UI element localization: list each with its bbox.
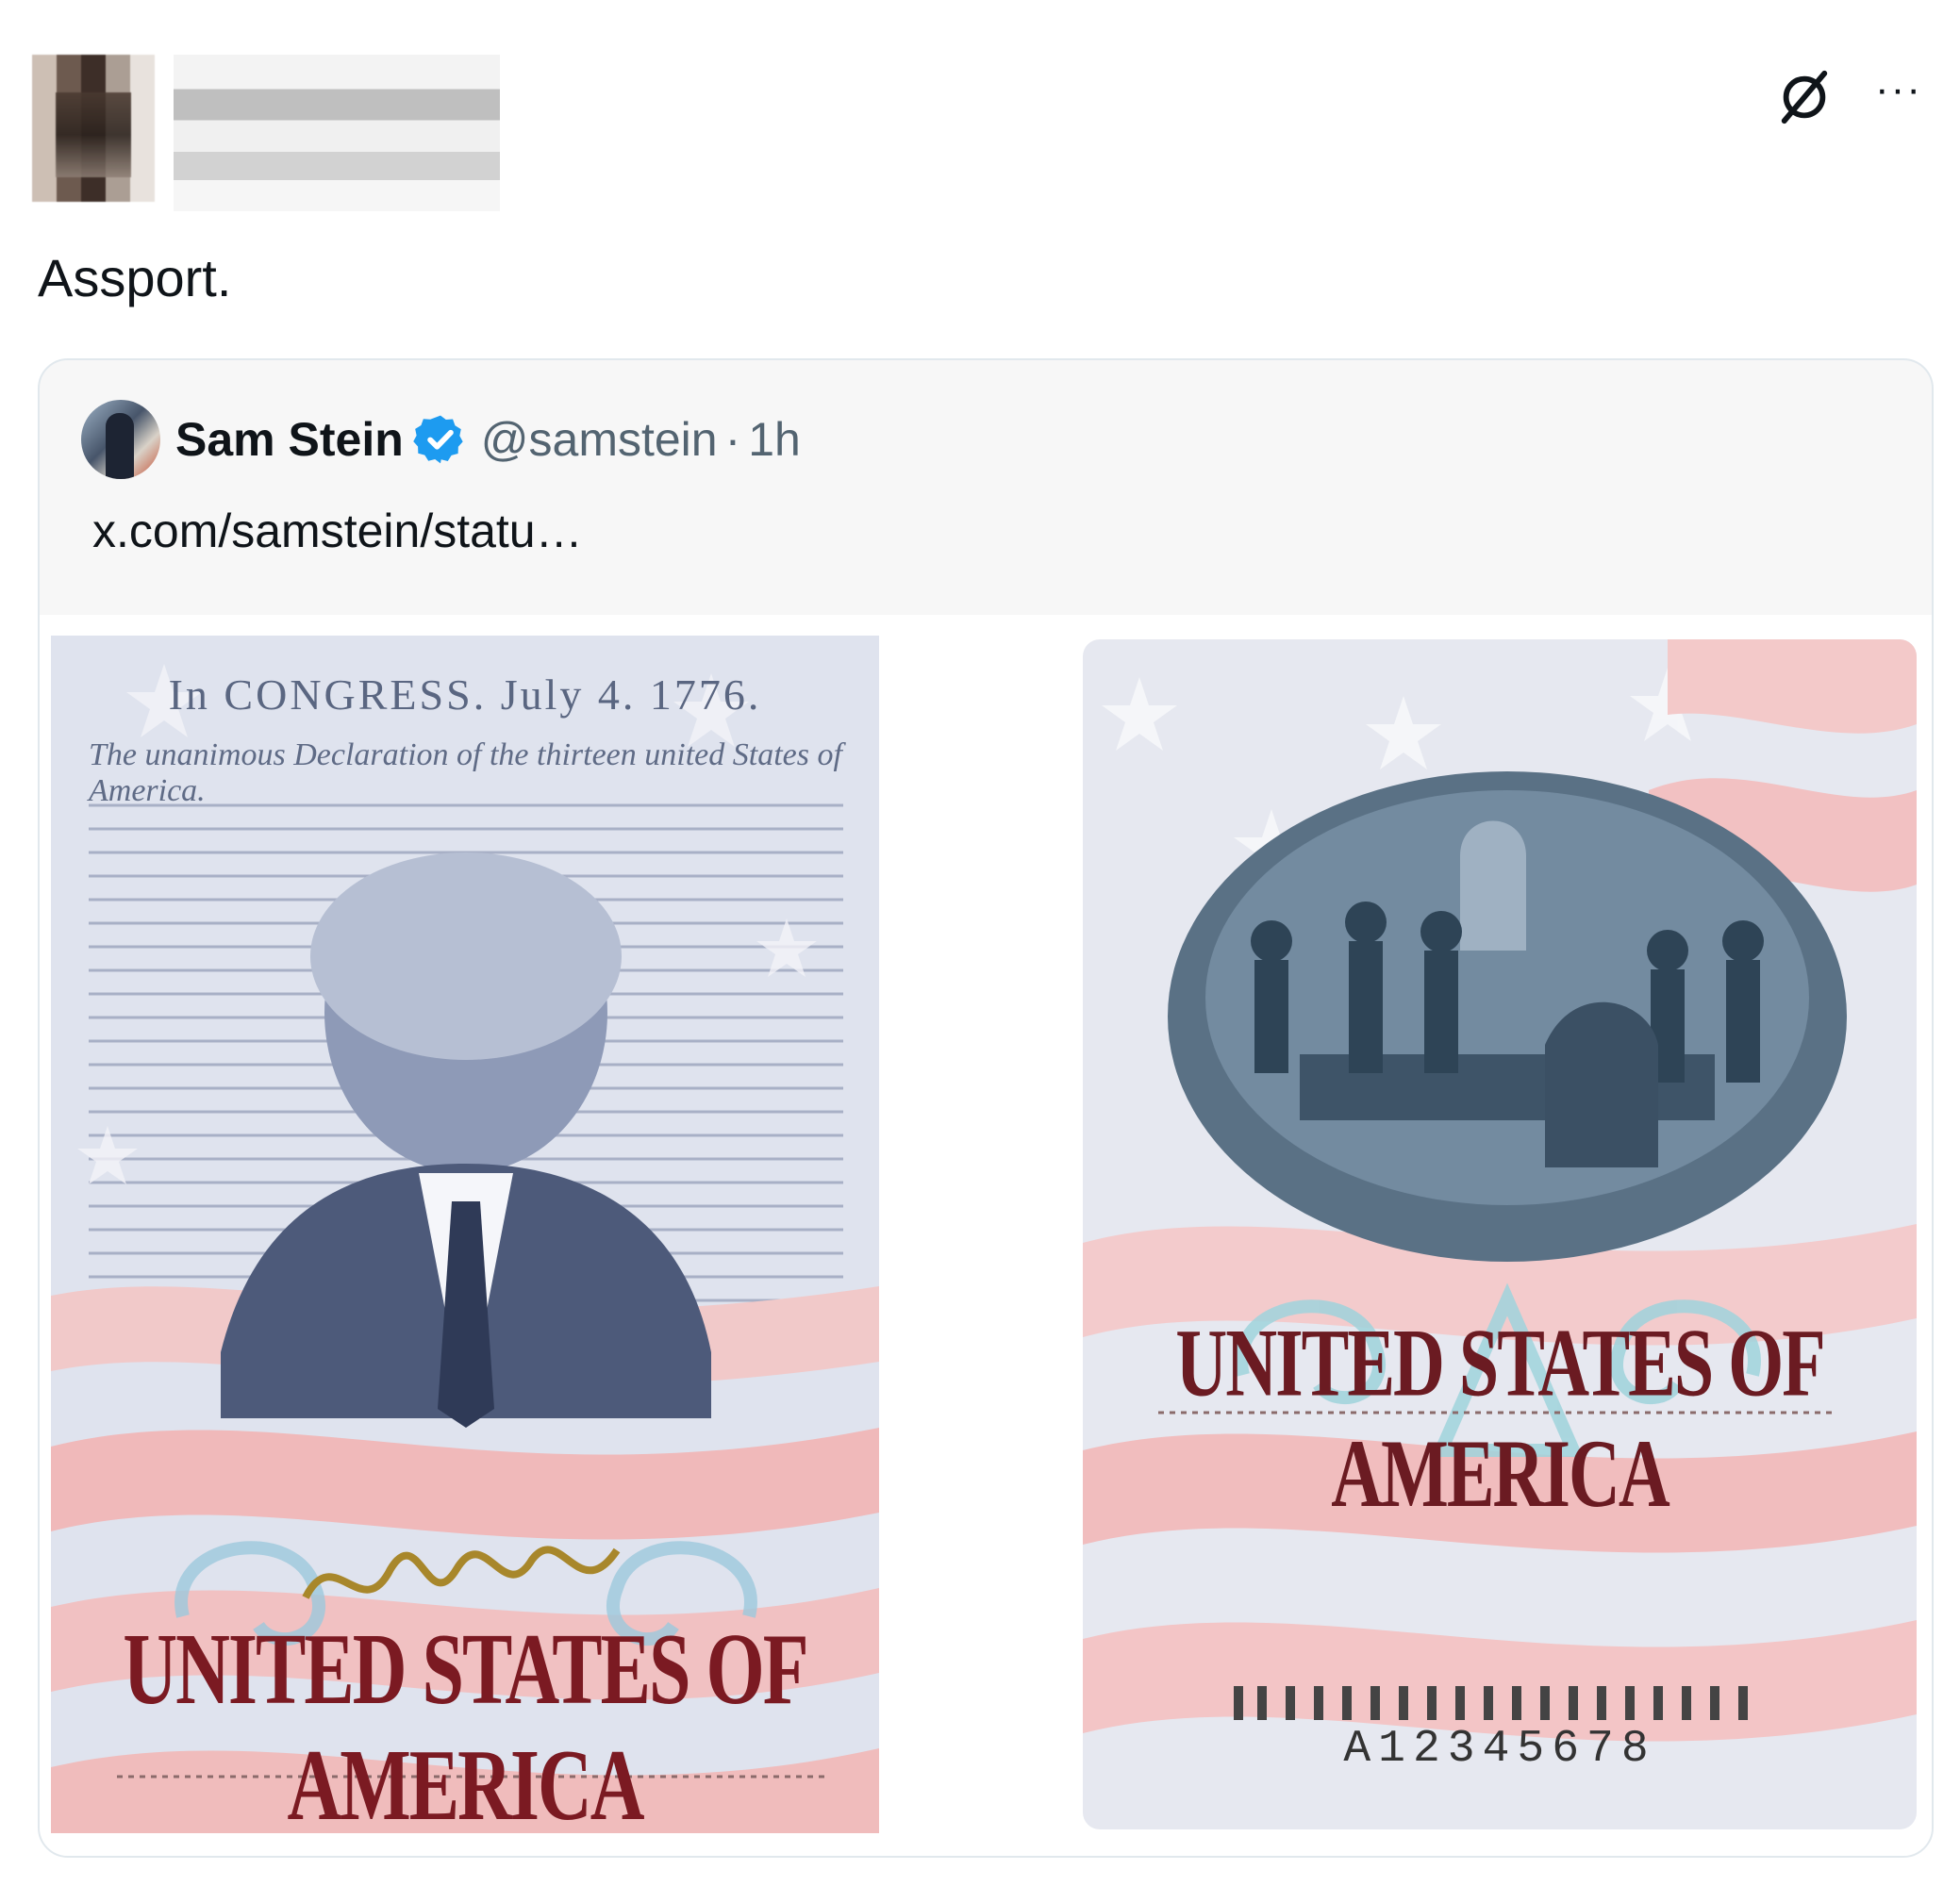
quoted-author-avatar[interactable] <box>81 400 160 479</box>
declaration-heading: The unanimous Declaration of the thirtee… <box>89 737 842 808</box>
quoted-media: In CONGRESS. July 4. 1776. The unanimous… <box>40 615 1932 1856</box>
passport-page-portrait-image[interactable]: In CONGRESS. July 4. 1776. The unanimous… <box>51 636 879 1833</box>
author-avatar[interactable] <box>32 55 155 202</box>
verified-badge-icon <box>412 415 463 464</box>
passport-page-signing-image[interactable]: UNITED STATES OF AMERICA A12345678 <box>1083 639 1917 1829</box>
passport-serial-number: A12345678 <box>1343 1724 1656 1775</box>
author-block[interactable] <box>32 26 500 211</box>
quoted-tweet[interactable]: Sam Stein @samstein · 1h x.com/samstein/… <box>38 358 1934 1858</box>
country-name-left: UNITED STATES OF AMERICA <box>123 1613 808 1834</box>
quoted-author-name[interactable]: Sam Stein <box>175 412 404 467</box>
quoted-tweet-header: Sam Stein @samstein · 1h <box>81 400 801 479</box>
country-name-right: UNITED STATES OF AMERICA <box>1175 1309 1825 1528</box>
quoted-timestamp[interactable]: 1h <box>748 412 801 467</box>
grok-icon[interactable] <box>1775 68 1834 126</box>
signing-artwork <box>1083 639 1917 1829</box>
quoted-link[interactable]: x.com/samstein/statu… <box>92 504 583 558</box>
congress-heading: In CONGRESS. July 4. 1776. <box>168 670 762 719</box>
tweet-text: Assport. <box>38 248 232 307</box>
quoted-author-handle[interactable]: @samstein <box>481 412 718 467</box>
more-icon[interactable]: ··· <box>1875 69 1922 110</box>
meta-separator: · <box>724 413 741 466</box>
tweet-actions-top: ··· <box>1775 68 1922 126</box>
author-name-redacted[interactable] <box>174 55 500 211</box>
